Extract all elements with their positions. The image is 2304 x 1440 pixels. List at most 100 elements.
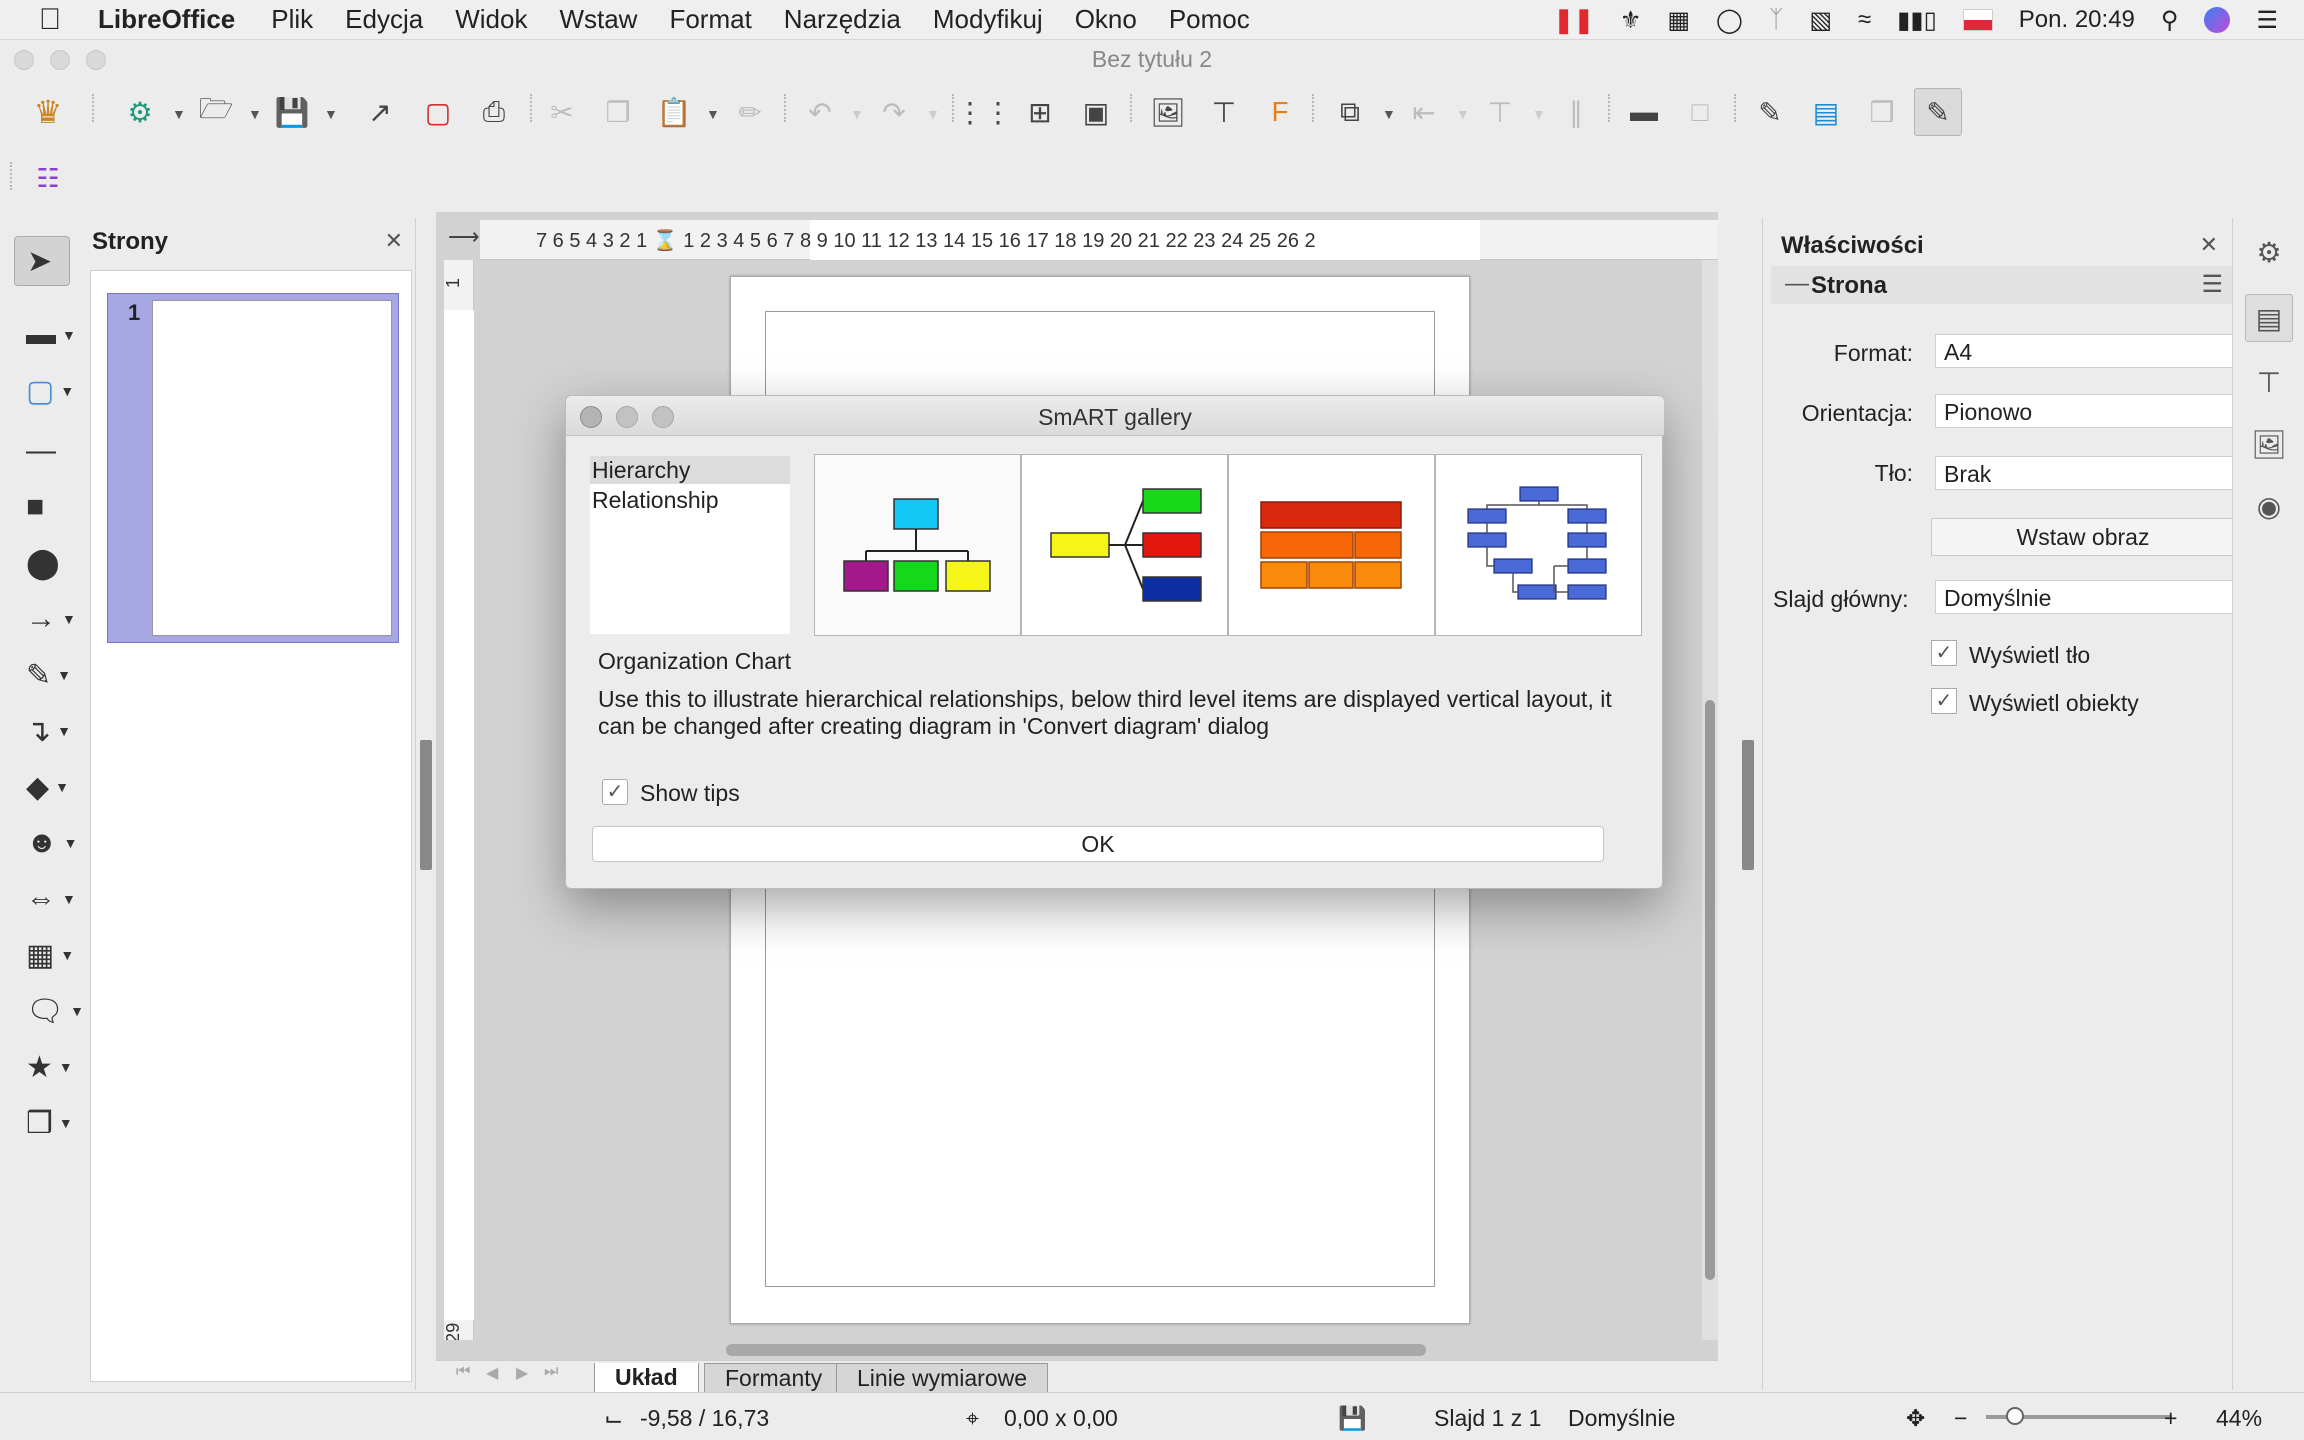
show-objects-checkbox[interactable]: ✓	[1931, 688, 1957, 714]
save-icon[interactable]: 💾	[268, 88, 316, 136]
3d-objects-icon[interactable]: ❒ ▼	[14, 1098, 73, 1148]
zoom-pan-icon[interactable]: ▣	[1072, 88, 1120, 136]
tab-uklad[interactable]: Układ	[594, 1363, 699, 1393]
spotlight-search-icon[interactable]: ⚲	[2161, 6, 2179, 35]
menu-widok[interactable]: Widok	[455, 4, 527, 35]
background-dropdown[interactable]: Brak	[1935, 456, 2235, 490]
next-tab-icon[interactable]: ▶	[516, 1363, 528, 1383]
redo-icon[interactable]: ↷	[870, 88, 918, 136]
app-menu[interactable]: LibreOffice	[98, 4, 235, 35]
grid-icon[interactable]: ⋮⋮	[956, 88, 1012, 136]
ruler-origin-icon[interactable]: ⟶	[448, 224, 480, 250]
undo-icon[interactable]: ↶	[796, 88, 844, 136]
shadow-icon[interactable]: ▬	[1620, 88, 1668, 136]
connector-tool-icon[interactable]: ↴ ▼	[14, 706, 71, 756]
battery-icon[interactable]: ▮▮▯	[1897, 6, 1937, 35]
zoom-level[interactable]: 44%	[2216, 1405, 2262, 1432]
chevron-down-icon[interactable]: ▼	[324, 106, 338, 122]
clone-formatting-icon[interactable]: ✏	[726, 88, 774, 136]
new-document-icon[interactable]: ⚙	[116, 88, 164, 136]
rectangle-tool-icon[interactable]: ■	[14, 482, 70, 532]
sidebar-splitter[interactable]	[1742, 740, 1754, 870]
input-flag-icon[interactable]	[1962, 9, 1993, 31]
horizontal-ruler[interactable]: 7 6 5 4 3 2 1 ⌛ 1 2 3 4 5 6 7 8 9 10 11 …	[480, 220, 1718, 260]
fill-color-icon[interactable]: ▢ ▼	[14, 366, 74, 416]
creative-cloud-icon[interactable]: ◯	[1716, 6, 1743, 35]
clock-text[interactable]: Pon. 20:49	[2019, 6, 2135, 34]
siri-icon[interactable]	[2204, 7, 2231, 33]
block-arrows-icon[interactable]: ⇔ ▼	[14, 874, 76, 924]
fontwork-icon[interactable]: F	[1256, 88, 1304, 136]
menu-modyfikuj[interactable]: Modyfikuj	[933, 4, 1043, 35]
close-icon[interactable]: ✕	[2200, 232, 2218, 258]
bluetooth-icon[interactable]: ᛉ	[1769, 6, 1783, 34]
gallery-item-mind-map[interactable]	[1021, 454, 1228, 636]
chevron-down-icon[interactable]: ▼	[172, 106, 186, 122]
close-icon[interactable]: ✕	[385, 228, 403, 254]
prev-tab-icon[interactable]: ◀	[486, 1363, 498, 1383]
insert-image-button[interactable]: Wstaw obraz	[1931, 518, 2235, 556]
menu-okno[interactable]: Okno	[1075, 4, 1137, 35]
menu-plik[interactable]: Plik	[271, 4, 313, 35]
vertical-ruler[interactable]: 1123456789101112131415161718192021222324…	[443, 260, 474, 1343]
chevron-down-icon[interactable]: ▼	[1456, 106, 1470, 122]
tab-linie-wymiarowe[interactable]: Linie wymiarowe	[836, 1363, 1049, 1393]
sidebar-toolbar-icon[interactable]: ☷	[24, 154, 72, 202]
gallery-item-organization-chart[interactable]	[814, 454, 1021, 636]
vertical-scrollbar[interactable]	[1702, 260, 1718, 1340]
apple-icon[interactable]: 	[20, 3, 80, 37]
vertical-scroll-thumb[interactable]	[1705, 700, 1715, 1280]
export-pdf-icon[interactable]: ▢	[414, 88, 462, 136]
keyboard-icon[interactable]: ▧	[1809, 6, 1832, 35]
section-menu-icon[interactable]: ☰	[2201, 270, 2223, 299]
document-modified-icon[interactable]: 💾	[1338, 1405, 1367, 1432]
distribute-icon[interactable]: ∥	[1552, 88, 1600, 136]
sidebar-settings-icon[interactable]: ⚙	[2245, 228, 2293, 276]
copy-icon[interactable]: ❐	[594, 88, 642, 136]
stars-icon[interactable]: ★ ▼	[14, 1042, 73, 1092]
wifi-icon[interactable]: ≈	[1858, 6, 1871, 34]
show-background-checkbox[interactable]: ✓	[1931, 640, 1957, 666]
gallery-item-vertical-hierarchy[interactable]	[1435, 454, 1642, 636]
first-tab-icon[interactable]: ⏮	[456, 1363, 470, 1381]
properties-deck-icon[interactable]: ▤	[2245, 294, 2293, 342]
menu-pomoc[interactable]: Pomoc	[1169, 4, 1250, 35]
callouts-icon[interactable]: 🗨 ▼	[14, 986, 84, 1036]
paste-icon[interactable]: 📋	[650, 88, 698, 136]
orientation-dropdown[interactable]: Pionowo	[1935, 394, 2235, 428]
glue-points-icon[interactable]: ▤	[1802, 88, 1850, 136]
open-icon[interactable]: 🗁	[192, 88, 240, 136]
print-icon[interactable]: ⎙	[470, 88, 518, 136]
gallery-item-stacked-blocks[interactable]	[1228, 454, 1435, 636]
chevron-down-icon[interactable]: ▼	[926, 106, 940, 122]
master-slide-dropdown[interactable]: Domyślnie	[1935, 580, 2235, 614]
fit-page-icon[interactable]: ✥	[1906, 1405, 1925, 1432]
chevron-down-icon[interactable]: ▼	[248, 106, 262, 122]
navigator-deck-icon[interactable]: ◉	[2245, 482, 2293, 530]
ok-button[interactable]: OK	[592, 826, 1604, 862]
menu-wstaw[interactable]: Wstaw	[559, 4, 637, 35]
chevron-down-icon[interactable]: ▼	[1532, 106, 1546, 122]
page-thumbnail-selected[interactable]: 1	[107, 293, 399, 643]
line-tool-icon[interactable]: —	[14, 426, 70, 476]
insert-image-icon[interactable]: 🖼	[1144, 88, 1192, 136]
zoom-out-icon[interactable]: −	[1954, 1405, 1967, 1432]
category-relationship[interactable]: Relationship	[590, 486, 790, 514]
show-tips-checkbox[interactable]: ✓	[602, 779, 628, 805]
basic-shapes-icon[interactable]: ◆ ▼	[14, 762, 70, 812]
zoom-in-icon[interactable]: +	[2164, 1405, 2177, 1432]
arrange-icon[interactable]: ⊤	[1476, 88, 1524, 136]
notification-center-icon[interactable]: ☰	[2256, 6, 2278, 35]
horizontal-scroll-thumb[interactable]	[726, 1344, 1426, 1356]
chevron-down-icon[interactable]: ▼	[706, 106, 720, 122]
menu-format[interactable]: Format	[669, 4, 751, 35]
select-tool-icon[interactable]: ➤	[14, 236, 70, 286]
page-section-header[interactable]: — Strona ☰	[1771, 266, 2233, 304]
chevron-down-icon[interactable]: ▼	[1382, 106, 1396, 122]
last-tab-icon[interactable]: ⏭	[544, 1363, 558, 1381]
insert-textbox-icon[interactable]: ⊤	[1200, 88, 1248, 136]
helplines-icon[interactable]: ⊞	[1016, 88, 1064, 136]
pages-pane-splitter[interactable]	[420, 740, 432, 870]
menu-edycja[interactable]: Edycja	[345, 4, 423, 35]
master-slides-deck-icon[interactable]: ⊤	[2245, 358, 2293, 406]
